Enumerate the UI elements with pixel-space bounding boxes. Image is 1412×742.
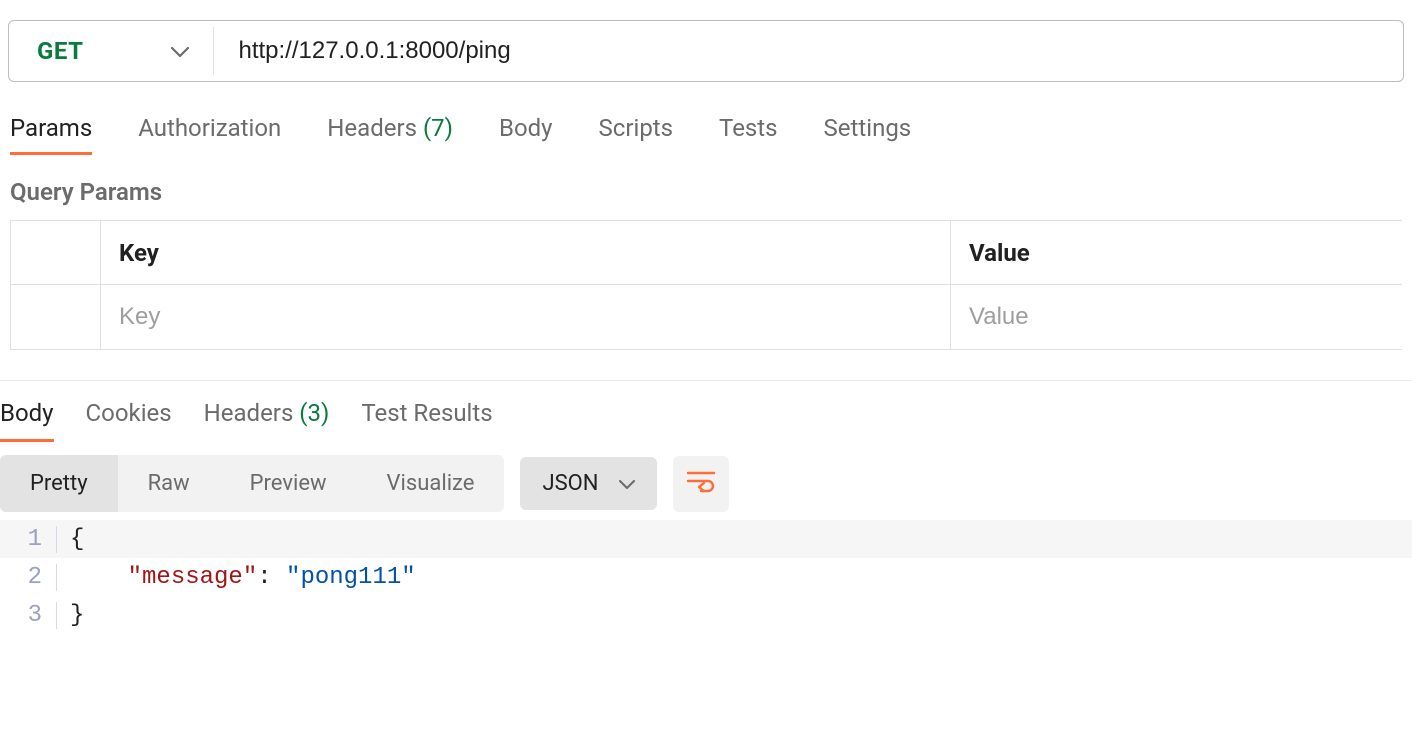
chevron-down-icon (171, 39, 189, 64)
view-pretty[interactable]: Pretty (0, 455, 118, 512)
code-content: } (70, 602, 84, 629)
code-content: "message": "pong111" (70, 564, 416, 591)
tab-label: Test Results (361, 399, 492, 427)
resp-tab-headers[interactable]: Headers (3) (204, 399, 330, 441)
tab-label: Settings (824, 114, 912, 142)
line-number: 2 (0, 564, 70, 591)
tab-body[interactable]: Body (499, 114, 553, 154)
resp-tab-cookies[interactable]: Cookies (86, 399, 172, 441)
view-raw[interactable]: Raw (118, 455, 220, 512)
code-line[interactable]: 2 "message": "pong111" (0, 558, 1412, 596)
table-header-checkbox[interactable] (11, 221, 101, 284)
line-wrap-icon (686, 469, 716, 499)
row-checkbox-cell[interactable] (11, 285, 101, 349)
tab-scripts[interactable]: Scripts (599, 114, 674, 154)
tab-count: (7) (423, 114, 453, 142)
http-method-value: GET (37, 37, 83, 65)
line-number: 1 (0, 526, 70, 553)
line-number: 3 (0, 602, 70, 629)
tab-label: Tests (719, 114, 778, 142)
tab-label: Authorization (138, 114, 281, 142)
query-params-title: Query Params (0, 154, 1412, 220)
request-url-bar: GET (8, 20, 1404, 82)
http-method-select[interactable]: GET (9, 27, 214, 75)
view-preview[interactable]: Preview (220, 455, 357, 512)
tab-label: Body (0, 399, 54, 427)
table-row (11, 285, 1402, 349)
code-line[interactable]: 1{ (0, 520, 1412, 558)
tab-label: Scripts (599, 114, 674, 142)
tab-authorization[interactable]: Authorization (138, 114, 281, 154)
table-header-row: Key Value (11, 221, 1402, 285)
response-body-code[interactable]: 1{2 "message": "pong111"3} (0, 512, 1412, 634)
table-header-key[interactable]: Key (101, 221, 951, 284)
tab-settings[interactable]: Settings (824, 114, 912, 154)
line-wrap-button[interactable] (673, 456, 729, 512)
table-header-value[interactable]: Value (951, 221, 1402, 284)
request-tabs: Params Authorization Headers (7) Body Sc… (0, 92, 1412, 154)
tab-params[interactable]: Params (10, 114, 92, 154)
view-mode-group: Pretty Raw Preview Visualize (0, 455, 504, 512)
tab-headers[interactable]: Headers (7) (327, 114, 453, 154)
code-content: { (70, 526, 84, 553)
tab-label: Body (499, 114, 553, 142)
request-url-input[interactable] (214, 37, 1403, 65)
param-key-input[interactable] (119, 303, 932, 331)
code-line[interactable]: 3} (0, 596, 1412, 634)
response-toolbar: Pretty Raw Preview Visualize JSON (0, 441, 1412, 512)
tab-label: Headers (204, 399, 294, 427)
tab-tests[interactable]: Tests (719, 114, 778, 154)
response-tabs: Body Cookies Headers (3) Test Results (0, 381, 1412, 441)
resp-tab-body[interactable]: Body (0, 399, 54, 441)
tab-label: Params (10, 114, 92, 142)
row-key-cell (101, 285, 951, 349)
tab-label: Headers (327, 114, 417, 142)
chevron-down-icon (619, 471, 635, 496)
row-value-cell (951, 285, 1402, 349)
tab-count: (3) (299, 399, 329, 427)
query-params-table: Key Value (10, 220, 1402, 350)
view-visualize[interactable]: Visualize (357, 455, 505, 512)
resp-tab-test-results[interactable]: Test Results (361, 399, 492, 441)
format-value: JSON (542, 471, 598, 496)
tab-label: Cookies (86, 399, 172, 427)
response-format-select[interactable]: JSON (520, 457, 656, 510)
param-value-input[interactable] (969, 303, 1384, 331)
